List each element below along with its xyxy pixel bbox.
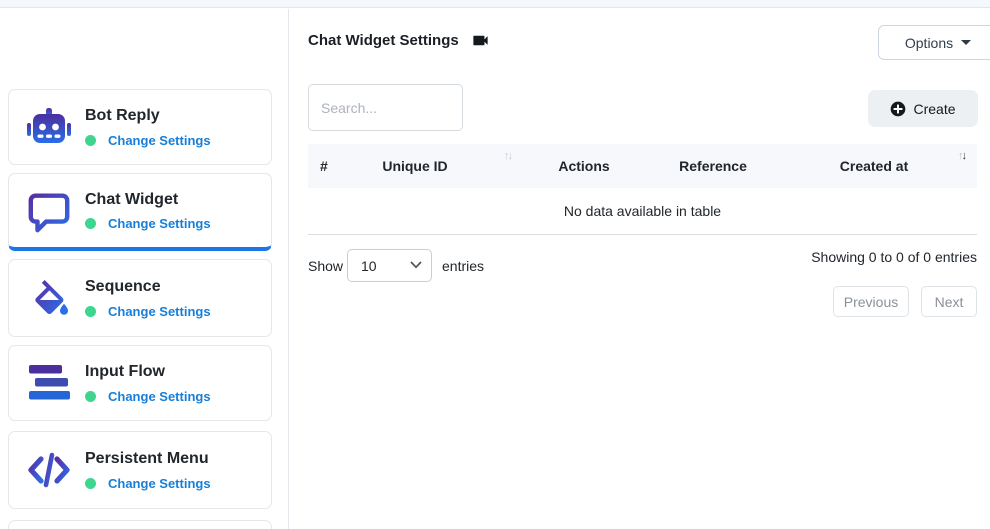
options-button-label: Options	[905, 35, 953, 51]
change-settings-link[interactable]: Change Settings	[108, 476, 211, 491]
sidebar-item-partial[interactable]	[8, 520, 272, 529]
plus-circle-icon	[890, 101, 906, 117]
change-settings-link[interactable]: Change Settings	[108, 304, 211, 319]
options-button[interactable]: Options	[878, 25, 990, 60]
bars-icon	[25, 359, 73, 407]
search-input[interactable]	[308, 84, 463, 131]
video-camera-icon	[471, 31, 490, 50]
status-dot	[85, 218, 96, 229]
column-header-index: #	[320, 144, 328, 188]
page-size-select[interactable]: 10	[347, 249, 432, 282]
sidebar-item-label: Chat Widget	[85, 190, 211, 209]
sidebar: Bot Reply Change Settings Chat Widget Ch…	[0, 9, 289, 529]
sidebar-item-input-flow[interactable]: Input Flow Change Settings	[8, 345, 272, 421]
column-header-actions: Actions	[558, 144, 609, 188]
status-dot	[85, 478, 96, 489]
create-button[interactable]: Create	[868, 90, 978, 127]
sort-icon[interactable]: ↑↓	[958, 149, 965, 163]
entries-label: entries	[442, 258, 484, 274]
robot-icon	[25, 103, 73, 151]
caret-down-icon	[961, 40, 971, 45]
entries-summary: Showing 0 to 0 of 0 entries	[811, 249, 977, 265]
status-dot	[85, 306, 96, 317]
column-header-unique-id[interactable]: Unique ID	[382, 144, 447, 188]
next-button[interactable]: Next	[921, 286, 977, 317]
column-header-reference: Reference	[679, 144, 747, 188]
change-settings-link[interactable]: Change Settings	[108, 216, 211, 231]
show-label: Show	[308, 258, 343, 274]
sidebar-item-chat-widget[interactable]: Chat Widget Change Settings	[8, 173, 272, 251]
table-empty-message: No data available in table	[308, 188, 977, 235]
sidebar-item-label: Sequence	[85, 277, 211, 296]
change-settings-link[interactable]: Change Settings	[108, 133, 211, 148]
code-icon	[25, 446, 73, 494]
column-header-created-at[interactable]: Created at	[840, 144, 908, 188]
page-title: Chat Widget Settings	[308, 32, 459, 49]
sidebar-item-label: Persistent Menu	[85, 449, 211, 468]
previous-button[interactable]: Previous	[833, 286, 909, 317]
sidebar-item-sequence[interactable]: Sequence Change Settings	[8, 259, 272, 337]
sidebar-item-label: Bot Reply	[85, 106, 211, 125]
main-panel: Chat Widget Settings Options Create # Un…	[290, 9, 990, 529]
status-dot	[85, 135, 96, 146]
data-table: # Unique ID ↑↓ Actions Reference Created…	[308, 144, 977, 235]
sidebar-item-label: Input Flow	[85, 362, 211, 381]
top-strip	[0, 0, 990, 8]
paint-bucket-icon	[25, 274, 73, 322]
create-button-label: Create	[913, 101, 955, 117]
sort-icon[interactable]: ↑↓	[504, 149, 511, 163]
chat-bubble-icon	[25, 187, 73, 235]
sidebar-item-persistent-menu[interactable]: Persistent Menu Change Settings	[8, 431, 272, 509]
change-settings-link[interactable]: Change Settings	[108, 389, 211, 404]
status-dot	[85, 391, 96, 402]
sidebar-item-bot-reply[interactable]: Bot Reply Change Settings	[8, 89, 272, 165]
table-header: # Unique ID ↑↓ Actions Reference Created…	[308, 144, 977, 188]
